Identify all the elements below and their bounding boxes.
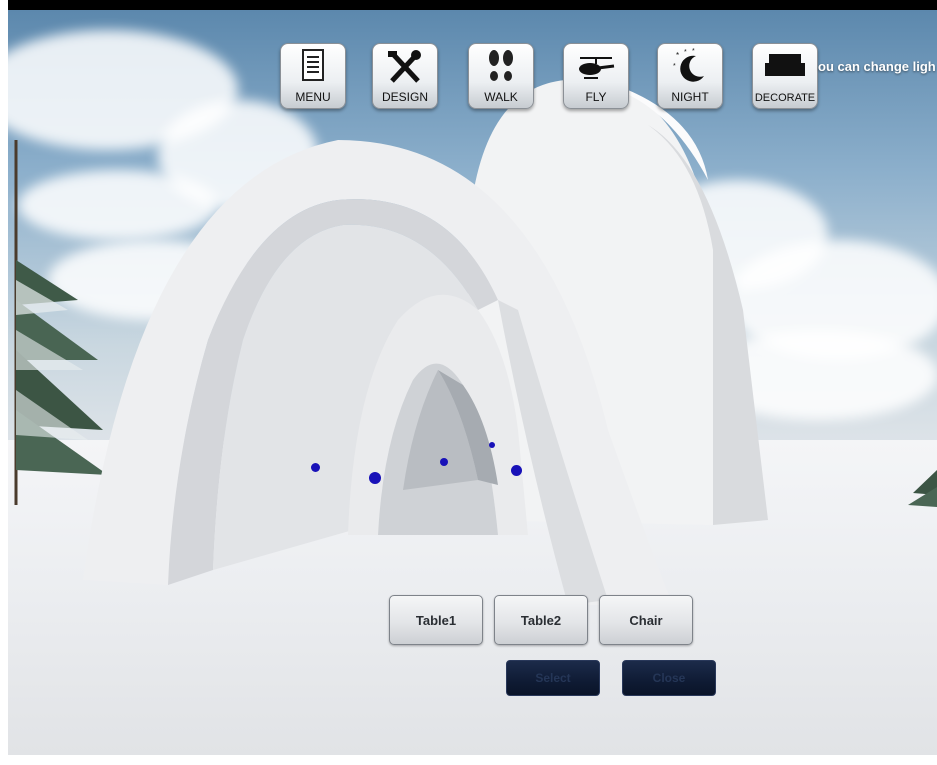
- fly-button[interactable]: FLY: [563, 43, 629, 109]
- hint-text: ou can change ligh: [818, 59, 936, 74]
- footprints-icon: [489, 50, 513, 81]
- tools-icon: [388, 50, 421, 83]
- app-window: MENU DESIGN WALK FLY * * * * NIGHT DECOR…: [0, 0, 937, 765]
- night-button[interactable]: * * * * NIGHT: [657, 43, 723, 109]
- top-toolbar: MENU DESIGN WALK FLY * * * * NIGHT DECOR…: [280, 43, 840, 113]
- walk-label: WALK: [484, 90, 518, 104]
- menu-button[interactable]: MENU: [280, 43, 346, 109]
- night-label: NIGHT: [671, 90, 709, 104]
- decorate-label: DECORATE: [754, 92, 816, 104]
- table2-button[interactable]: Table2: [494, 595, 588, 645]
- menu-label: MENU: [295, 90, 331, 104]
- placement-marker[interactable]: [489, 442, 495, 448]
- table1-button[interactable]: Table1: [389, 595, 483, 645]
- svg-text:*: *: [673, 63, 676, 70]
- svg-text:*: *: [676, 51, 679, 60]
- placement-marker[interactable]: [369, 472, 381, 484]
- walk-button[interactable]: WALK: [468, 43, 534, 109]
- svg-text:*: *: [692, 48, 695, 55]
- window-top-border: [0, 0, 937, 10]
- select-button[interactable]: Select: [506, 660, 600, 696]
- decorate-button[interactable]: DECORATE: [752, 43, 818, 109]
- night-moon-icon: * * * *: [673, 48, 704, 82]
- placement-marker[interactable]: [311, 463, 320, 472]
- chair-button[interactable]: Chair: [599, 595, 693, 645]
- helicopter-icon: [579, 57, 615, 79]
- document-list-icon: [302, 49, 324, 81]
- placement-marker[interactable]: [511, 465, 522, 476]
- fly-label: FLY: [585, 90, 607, 104]
- svg-text:*: *: [684, 49, 687, 56]
- placement-marker[interactable]: [440, 458, 448, 466]
- design-label: DESIGN: [381, 90, 428, 104]
- sofa-icon: [765, 54, 805, 76]
- close-button[interactable]: Close: [622, 660, 716, 696]
- design-button[interactable]: DESIGN: [372, 43, 438, 109]
